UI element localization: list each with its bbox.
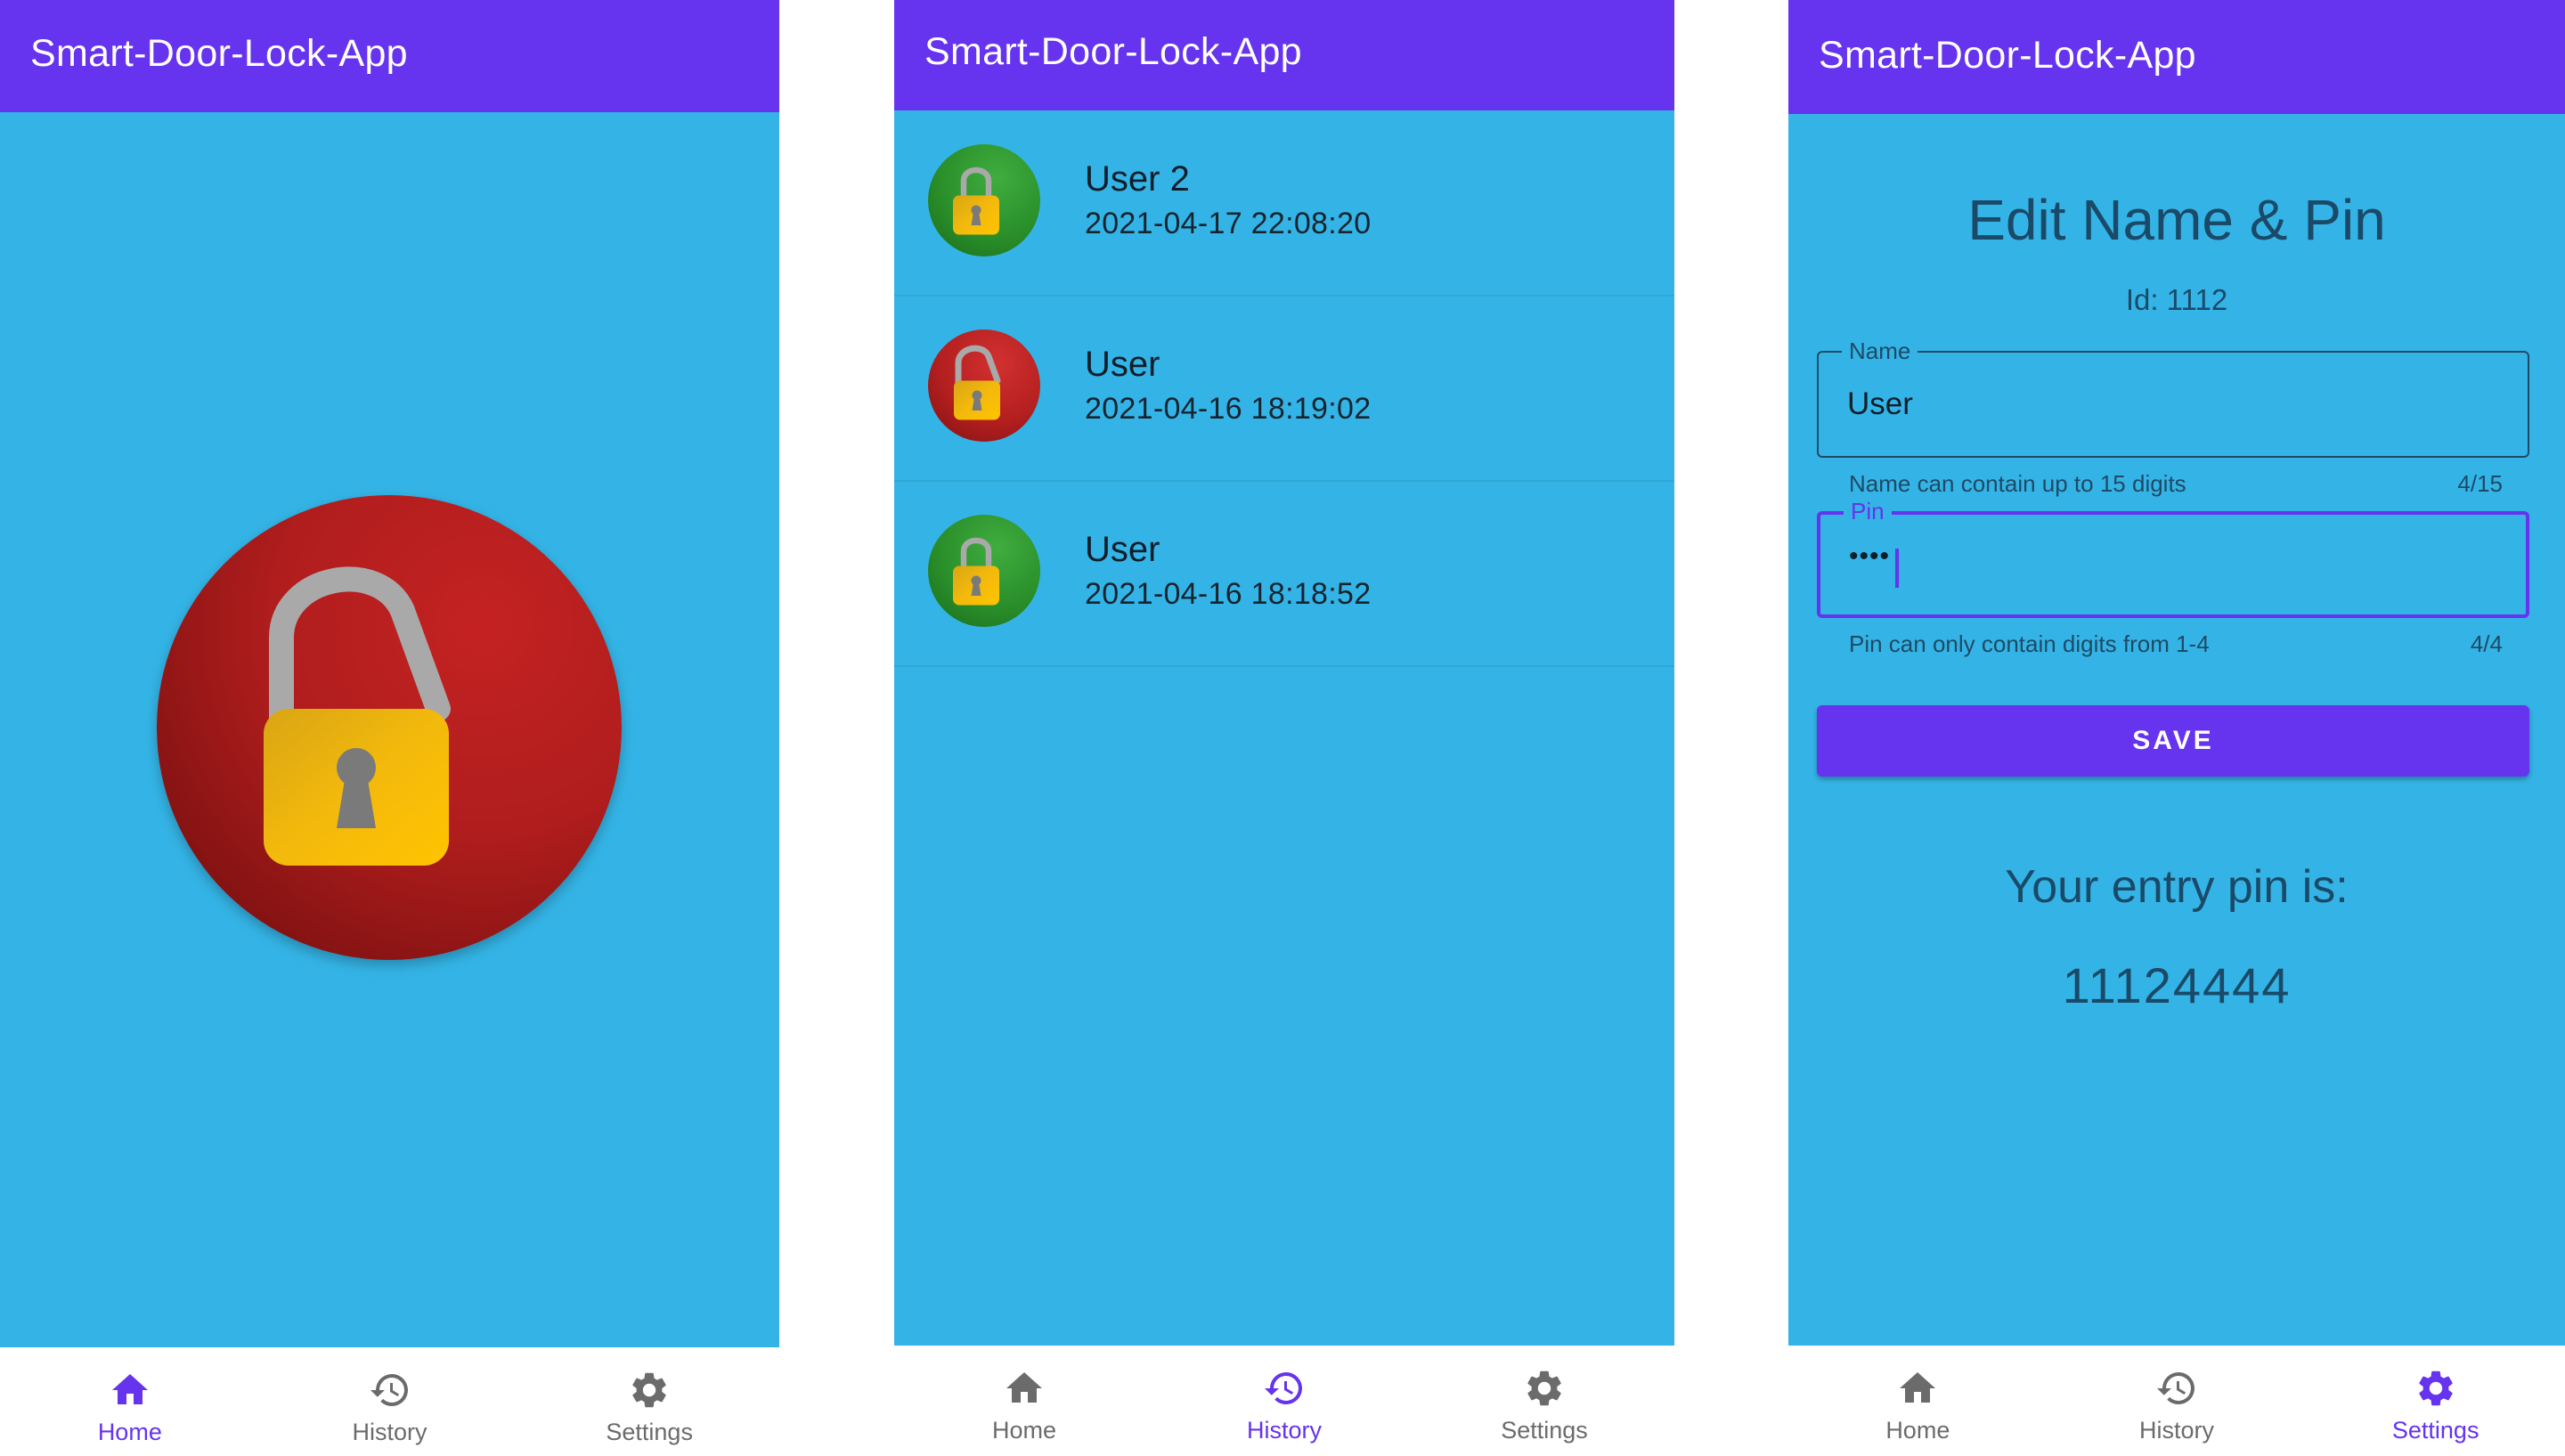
gear-icon (2414, 1367, 2457, 1410)
user-id-label: Id: 1112 (2125, 283, 2228, 316)
history-timestamp: 2021-04-17 22:08:20 (1085, 207, 1372, 240)
app-bar: Smart-Door-Lock-App (894, 0, 1674, 110)
home-screen: Smart-Door-Lock-App Home History Setting… (0, 0, 779, 1456)
app-title: Smart-Door-Lock-App (30, 32, 408, 75)
name-char-counter: 4/15 (2457, 470, 2503, 497)
app-bar: Smart-Door-Lock-App (1788, 0, 2565, 114)
bottom-navigation: Home History Settings (0, 1347, 779, 1456)
nav-history[interactable]: History (260, 1347, 520, 1456)
unlocked-padlock-icon (210, 540, 566, 896)
locked-padlock-icon (940, 524, 1030, 613)
history-list-item[interactable]: User 2021-04-16 18:19:02 (894, 296, 1674, 482)
nav-home[interactable]: Home (894, 1346, 1154, 1456)
entry-pin-label: Your entry pin is: (2005, 861, 2349, 913)
lock-toggle-button[interactable] (157, 495, 622, 960)
nav-settings-label: Settings (1501, 1417, 1588, 1444)
nav-history[interactable]: History (1154, 1346, 1414, 1456)
status-avatar (928, 144, 1040, 256)
bottom-navigation: Home History Settings (1788, 1346, 2565, 1456)
history-user-name: User (1085, 345, 1160, 384)
history-list-item[interactable]: User 2021-04-16 18:18:52 (894, 481, 1674, 667)
home-icon (1896, 1367, 1939, 1410)
nav-settings-label: Settings (2391, 1417, 2480, 1444)
nav-home-label: Home (97, 1419, 162, 1445)
text-caret (1895, 549, 1899, 588)
nav-history-label: History (352, 1419, 428, 1445)
history-timestamp: 2021-04-16 18:19:02 (1085, 392, 1372, 426)
nav-home-label: Home (1885, 1417, 1950, 1444)
nav-settings-label: Settings (606, 1419, 693, 1445)
nav-home[interactable]: Home (1788, 1346, 2048, 1456)
home-icon (109, 1369, 151, 1411)
history-user-name: User (1085, 530, 1160, 569)
nav-home-label: Home (991, 1417, 1057, 1444)
nav-history-label: History (1246, 1417, 1322, 1444)
status-avatar (928, 515, 1040, 627)
history-user-name: User 2 (1085, 159, 1190, 199)
app-bar: Smart-Door-Lock-App (0, 0, 779, 112)
app-title: Smart-Door-Lock-App (1819, 34, 2196, 77)
nav-settings[interactable]: Settings (1414, 1346, 1674, 1456)
history-icon (369, 1369, 411, 1411)
nav-history[interactable]: History (2048, 1346, 2307, 1456)
name-helper-text: Name can contain up to 15 digits (1849, 470, 2186, 497)
pin-char-counter: 4/4 (2470, 630, 2503, 657)
save-button[interactable]: SAVE (1817, 705, 2529, 777)
settings-screen: Smart-Door-Lock-App Edit Name & Pin Id: … (1788, 0, 2565, 1456)
nav-history-label: History (2139, 1417, 2215, 1444)
nav-settings[interactable]: Settings (519, 1347, 779, 1456)
pin-input[interactable]: •••• (1849, 541, 1890, 572)
settings-content: Edit Name & Pin Id: 1112 Name Name can c… (1788, 114, 2565, 1346)
pin-field-label: Pin (1844, 498, 1892, 525)
history-icon (2155, 1367, 2198, 1410)
status-avatar (928, 329, 1040, 442)
gear-icon (1523, 1367, 1566, 1410)
nav-settings[interactable]: Settings (2306, 1346, 2565, 1456)
name-field-label: Name (1842, 338, 1918, 365)
page-title: Edit Name & Pin (1967, 188, 2386, 252)
entry-pin-value: 11124444 (2062, 957, 2292, 1013)
locked-padlock-icon (940, 153, 1030, 242)
home-icon (1003, 1367, 1046, 1410)
pin-helper-text: Pin can only contain digits from 1-4 (1849, 630, 2210, 657)
history-icon (1263, 1367, 1306, 1410)
name-input[interactable] (1847, 381, 2488, 427)
pin-field[interactable]: Pin •••• (1817, 498, 2529, 618)
app-title: Smart-Door-Lock-App (924, 30, 1302, 73)
nav-home[interactable]: Home (0, 1347, 260, 1456)
history-timestamp: 2021-04-16 18:18:52 (1085, 577, 1372, 611)
home-content (0, 112, 779, 1347)
name-field[interactable]: Name (1817, 338, 2529, 458)
history-screen: Smart-Door-Lock-App User 2 2021-04-17 22… (894, 0, 1674, 1456)
bottom-navigation: Home History Settings (894, 1346, 1674, 1456)
history-list: User 2 2021-04-17 22:08:20 User 2021-04-… (894, 110, 1674, 1347)
history-list-item[interactable]: User 2 2021-04-17 22:08:20 (894, 110, 1674, 297)
unlocked-padlock-icon (940, 338, 1030, 427)
gear-icon (628, 1369, 671, 1411)
